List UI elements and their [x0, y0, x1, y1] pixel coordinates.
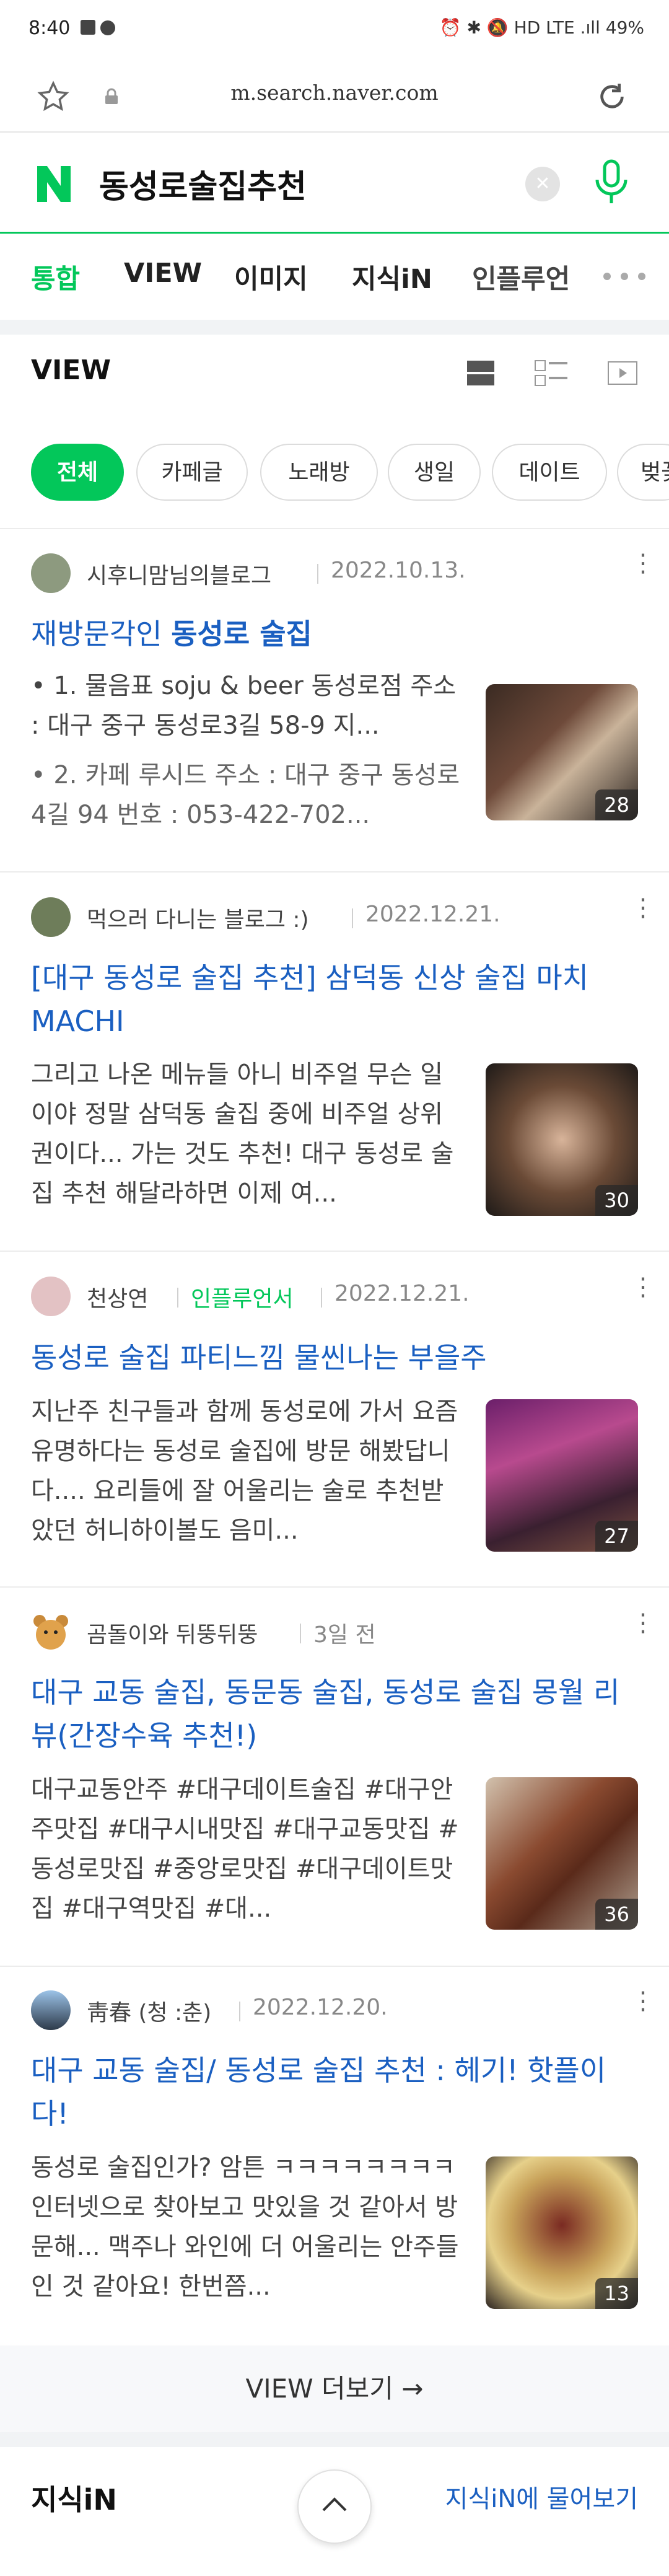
post-thumbnail[interactable]: 28 — [486, 684, 638, 820]
image-count-badge: 13 — [595, 2278, 638, 2309]
clear-search-button[interactable]: ✕ — [525, 167, 560, 201]
filter-chip-cherry[interactable]: 벚꽃 — [617, 444, 669, 501]
kin-section-title: 지식iN — [31, 2483, 117, 2517]
more-tabs-icon[interactable] — [601, 270, 650, 285]
meta-divider — [352, 908, 353, 928]
more-options-icon[interactable]: ⋮ — [631, 1989, 655, 2013]
tab-influencer[interactable]: 인플루언 — [472, 258, 570, 296]
filter-chip-date[interactable]: 데이트 — [492, 444, 607, 501]
divider — [0, 1251, 669, 1252]
post-date: 2022.12.20. — [253, 1995, 388, 2020]
post-snippet: 동성로 술집인가? 암튼 ㅋㅋㅋㅋㅋㅋㅋㅋ 인터넷으로 찾아보고 맛있을 것 같… — [31, 2153, 459, 2301]
more-options-icon[interactable]: ⋮ — [631, 1611, 655, 1635]
microphone-icon[interactable] — [590, 157, 633, 209]
chevron-up-icon — [322, 2497, 347, 2512]
post-snippet: 그리고 나온 메뉴들 아니 비주얼 무슨 일이야 정말 삼덕동 술집 중에 비주… — [31, 1060, 454, 1208]
post-title[interactable]: 동성로 술집 파티느낌 물씬나는 부을주 — [31, 1336, 638, 1379]
status-bar: 8:40 ⏰ ✱ 🔕 HD LTE .ıll 49% — [0, 0, 669, 62]
scroll-to-top-button[interactable] — [297, 2469, 372, 2544]
divider — [0, 528, 669, 529]
avatar[interactable] — [31, 1612, 71, 1655]
divider — [0, 1966, 669, 1967]
post-thumbnail[interactable]: 36 — [486, 1777, 638, 1930]
avatar[interactable] — [31, 553, 71, 593]
url-text[interactable]: m.search.naver.com — [0, 81, 669, 105]
influencer-badge: 인플루언서 — [191, 1286, 294, 1312]
post-title[interactable]: 대구 교동 술집/ 동성로 술집 추천 : 헤기! 핫플이다! — [31, 2049, 638, 2135]
post-title[interactable]: 대구 교동 술집, 동문동 술집, 동성로 술집 몽월 리뷰(간장수육 추천!) — [31, 1671, 638, 1757]
tab-kin[interactable]: 지식iN — [352, 258, 432, 296]
kin-ask-link[interactable]: 지식iN에 물어보기 — [445, 2479, 638, 2515]
image-count-badge: 27 — [595, 1521, 638, 1552]
divider — [0, 871, 669, 873]
tab-all[interactable]: 통합 — [31, 258, 80, 296]
view-section-title: VIEW — [31, 354, 112, 386]
filter-chip-cafe[interactable]: 카페글 — [136, 444, 248, 501]
naver-logo-icon[interactable] — [32, 162, 76, 208]
post-thumbnail[interactable]: 30 — [486, 1063, 638, 1216]
section-gap — [0, 320, 669, 335]
image-count-badge: 36 — [595, 1899, 638, 1930]
post-date: 2022.10.13. — [331, 558, 466, 583]
video-layout-icon[interactable] — [607, 359, 638, 389]
gallery-notification-icon — [79, 19, 116, 40]
section-gap — [0, 2432, 669, 2447]
status-indicators: ⏰ ✱ 🔕 HD LTE .ıll 49% — [439, 17, 644, 38]
view-more-button[interactable]: VIEW 더보기 → — [0, 2345, 669, 2432]
post-thumbnail[interactable]: 13 — [486, 2156, 638, 2309]
post-thumbnail[interactable]: 27 — [486, 1399, 638, 1552]
divider — [0, 1586, 669, 1588]
more-options-icon[interactable]: ⋮ — [631, 1275, 655, 1299]
image-count-badge: 30 — [595, 1185, 638, 1216]
meta-divider — [177, 1288, 178, 1308]
search-input[interactable]: 동성로술집추천 — [99, 160, 307, 207]
post-author[interactable]: 시후니맘님의블로그 — [87, 558, 271, 590]
post-author[interactable]: 천상연 — [87, 1281, 148, 1313]
post-bullet: • 1. 물음표 soju & beer 동성로점 주소 : 대구 중구 동성로… — [31, 672, 456, 740]
meta-divider — [239, 2002, 240, 2021]
reload-icon[interactable] — [595, 79, 629, 116]
post-author[interactable]: 靑春 (청 :춘) — [87, 1995, 211, 2027]
tab-image[interactable]: 이미지 — [234, 258, 308, 296]
meta-divider — [317, 564, 318, 584]
post-title[interactable]: 재방문각인 동성로 술집 — [31, 612, 638, 656]
post-snippet: 대구교동안주 #대구데이트술집 #대구안주맛집 #대구시내맛집 #대구교동맛집 … — [31, 1775, 459, 1923]
avatar[interactable] — [31, 1990, 71, 2030]
post-date: 2022.12.21. — [365, 902, 501, 927]
filter-chip-birthday[interactable]: 생일 — [388, 444, 481, 501]
avatar[interactable] — [31, 1277, 71, 1316]
search-header: 동성로술집추천 ✕ — [0, 133, 669, 234]
browser-url-bar: m.search.naver.com — [0, 62, 669, 133]
post-title[interactable]: [대구 동성로 술집 추천] 삼덕동 신상 술집 마치 MACHI — [31, 956, 638, 1043]
more-options-icon[interactable]: ⋮ — [631, 895, 655, 920]
meta-divider — [300, 1624, 301, 1643]
post-snippet: 지난주 친구들과 함께 동성로에 가서 요즘 유명하다는 동성로 술집에 방문 … — [31, 1397, 458, 1545]
search-tabs: 통합 VIEW 이미지 지식iN 인플루언 — [0, 234, 669, 320]
post-date: 2022.12.21. — [334, 1281, 470, 1306]
post-bullet: • 2. 카페 루시드 주소 : 대구 중구 동성로4길 94 번호 : 053… — [31, 761, 460, 829]
post-author[interactable]: 곰돌이와 뒤뚱뒤뚱 — [87, 1617, 258, 1649]
filter-chip-karaoke[interactable]: 노래방 — [260, 444, 378, 501]
tab-view[interactable]: VIEW — [124, 258, 202, 289]
filter-chip-all[interactable]: 전체 — [31, 444, 124, 501]
list-layout-icon[interactable] — [534, 359, 569, 389]
more-options-icon[interactable]: ⋮ — [631, 551, 655, 576]
post-date: 3일 전 — [313, 1622, 376, 1648]
post-author[interactable]: 먹으러 다니는 블로그 :) — [87, 902, 309, 934]
meta-divider — [321, 1288, 322, 1308]
image-count-badge: 28 — [595, 789, 638, 820]
status-time: 8:40 — [28, 17, 71, 39]
avatar[interactable] — [31, 897, 71, 937]
card-layout-icon[interactable] — [466, 359, 496, 389]
